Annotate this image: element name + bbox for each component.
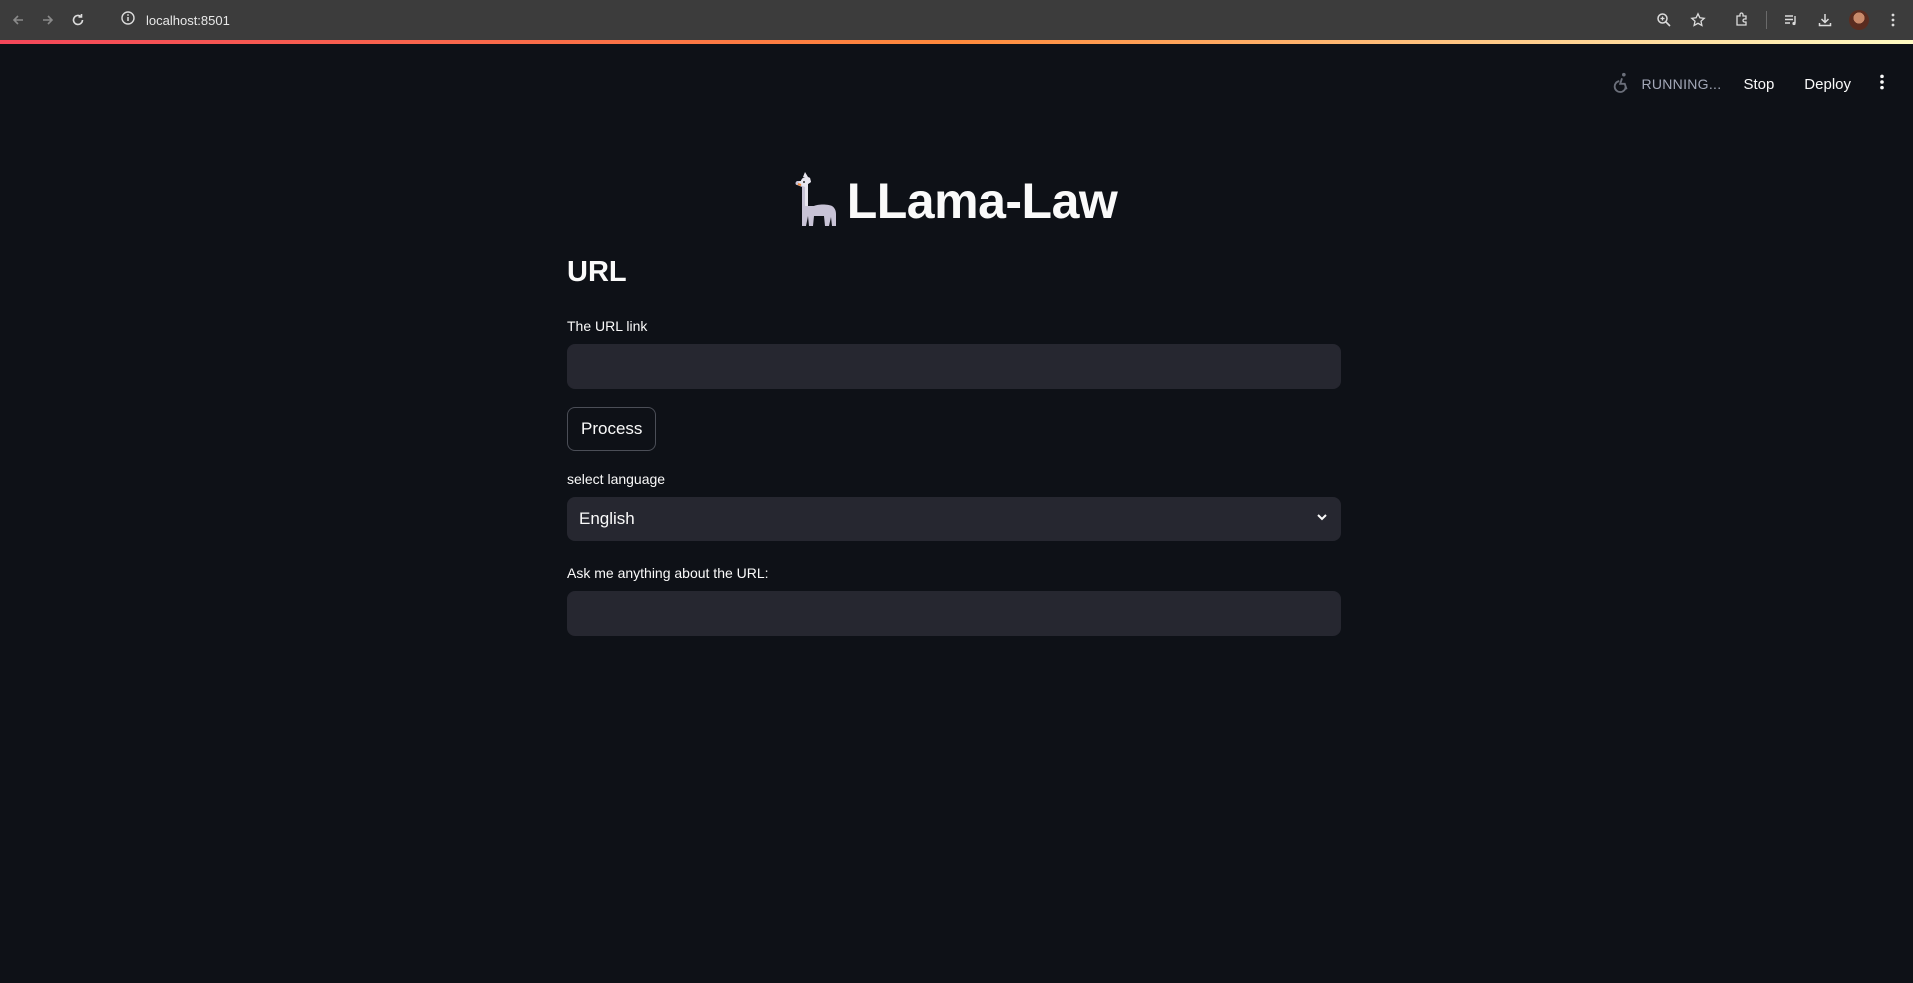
- url-field-label: The URL link: [567, 318, 648, 334]
- bookmark-star-icon[interactable]: [1688, 10, 1708, 30]
- running-text: RUNNING...: [1641, 76, 1722, 92]
- running-status: RUNNING...: [1611, 71, 1721, 98]
- reload-icon[interactable]: [66, 8, 90, 32]
- address-bar[interactable]: localhost:8501: [120, 10, 230, 31]
- language-selected-value: English: [579, 509, 635, 528]
- running-progress-bar: [0, 40, 1913, 44]
- question-field-label: Ask me anything about the URL:: [567, 565, 769, 581]
- browser-menu-icon[interactable]: [1883, 10, 1903, 30]
- main-content: LLama-Law URL The URL link Process selec…: [567, 160, 1341, 636]
- zoom-icon[interactable]: [1654, 10, 1674, 30]
- main-menu-icon[interactable]: [1873, 73, 1891, 96]
- media-controls-icon[interactable]: [1781, 10, 1801, 30]
- chevron-down-icon: [1315, 510, 1329, 529]
- back-icon[interactable]: [6, 8, 30, 32]
- extensions-icon[interactable]: [1732, 10, 1752, 30]
- app-header: RUNNING... Stop Deploy: [1611, 70, 1891, 98]
- process-button[interactable]: Process: [567, 407, 657, 451]
- site-info-icon[interactable]: [120, 10, 136, 31]
- download-icon[interactable]: [1815, 10, 1835, 30]
- question-input[interactable]: [567, 591, 1341, 636]
- language-select-label: select language: [567, 471, 666, 487]
- deploy-button[interactable]: Deploy: [1804, 76, 1851, 93]
- browser-toolbar: localhost:8501: [0, 0, 1913, 40]
- url-input[interactable]: [567, 344, 1341, 389]
- profile-avatar[interactable]: [1849, 10, 1869, 30]
- stop-button[interactable]: Stop: [1743, 76, 1774, 93]
- page-title: LLama-Law: [846, 173, 1118, 229]
- section-heading: URL: [567, 256, 627, 288]
- forward-icon[interactable]: [36, 8, 60, 32]
- toolbar-divider: [1766, 11, 1767, 29]
- url-text[interactable]: localhost:8501: [146, 13, 230, 28]
- title-row: LLama-Law: [567, 160, 1341, 242]
- llama-icon: [791, 171, 847, 232]
- running-person-icon: [1611, 71, 1633, 98]
- language-select[interactable]: English: [567, 497, 1341, 541]
